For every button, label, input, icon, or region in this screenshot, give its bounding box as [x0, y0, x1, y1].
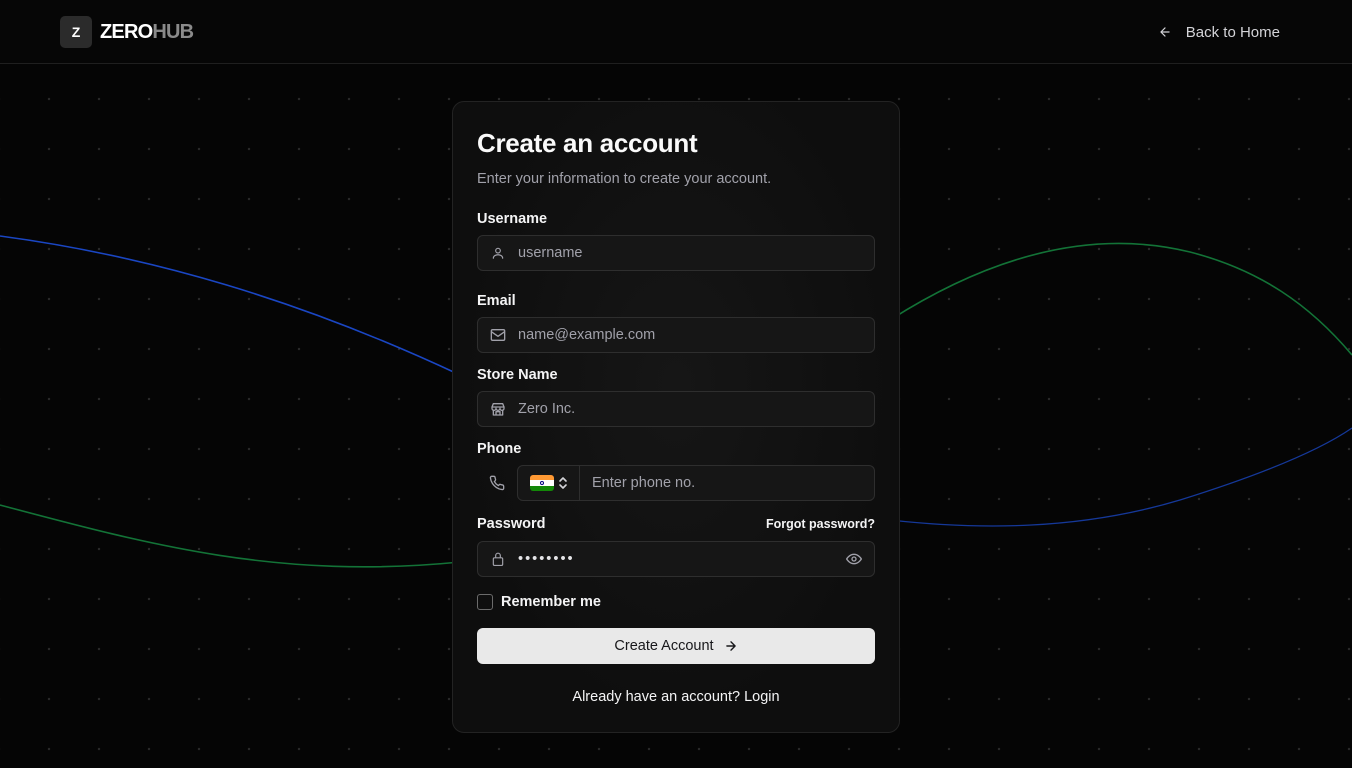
store-icon	[478, 401, 518, 417]
green-wave-right	[889, 242, 1352, 356]
forgot-password-link[interactable]: Forgot password?	[766, 517, 875, 531]
email-field[interactable]	[477, 317, 875, 353]
store-name-field[interactable]	[477, 391, 875, 427]
user-icon	[478, 246, 518, 260]
page-subtitle: Enter your information to create your ac…	[477, 171, 772, 187]
blue-wave-left	[0, 235, 461, 376]
login-prompt-row: Already have an account? Login	[453, 689, 899, 705]
remember-me-checkbox[interactable]	[477, 594, 493, 610]
username-label: Username	[477, 211, 548, 227]
remember-me-row: Remember me	[477, 594, 601, 610]
green-wave-left	[0, 504, 461, 568]
create-account-label: Create Account	[614, 638, 714, 654]
back-to-home-link[interactable]: Back to Home	[1158, 20, 1280, 44]
remember-me-label[interactable]: Remember me	[501, 594, 601, 610]
back-to-home-label: Back to Home	[1185, 23, 1280, 41]
india-flag-icon	[529, 475, 554, 491]
brand-logo[interactable]: Z ZEROHUB	[60, 16, 194, 48]
logo-mark: Z	[60, 16, 92, 48]
phone-icon	[477, 465, 517, 501]
username-field[interactable]	[477, 235, 875, 271]
mail-icon	[478, 328, 518, 342]
password-label: Password	[477, 516, 546, 532]
store-name-label: Store Name	[477, 367, 558, 383]
eye-icon[interactable]	[834, 551, 874, 567]
arrow-right-icon	[725, 641, 736, 651]
login-link[interactable]: Login	[744, 689, 779, 705]
email-input[interactable]	[518, 318, 874, 352]
login-prompt-text: Already have an account?	[572, 689, 741, 705]
phone-field	[517, 465, 875, 501]
arrow-left-icon	[1160, 27, 1170, 37]
create-account-button[interactable]: Create Account	[477, 628, 875, 664]
chevron-up-down-icon	[558, 477, 567, 489]
password-field[interactable]	[477, 541, 875, 577]
logo-word-secondary: HUB	[152, 20, 194, 43]
username-input[interactable]	[518, 236, 874, 270]
logo-word-primary: ZERO	[100, 20, 153, 43]
country-code-select[interactable]	[518, 466, 580, 500]
phone-label: Phone	[477, 441, 522, 457]
store-name-input[interactable]	[518, 392, 874, 426]
blue-wave-right	[889, 427, 1352, 527]
password-input[interactable]	[518, 542, 834, 576]
lock-icon	[478, 551, 518, 567]
page-title: Create an account	[477, 128, 698, 158]
email-label: Email	[477, 293, 516, 309]
logo-wordmark: ZEROHUB	[100, 20, 194, 44]
phone-input[interactable]	[580, 466, 874, 500]
signup-card: Create an account Enter your information…	[452, 101, 900, 733]
top-navbar: Z ZEROHUB Back to Home	[0, 0, 1352, 64]
